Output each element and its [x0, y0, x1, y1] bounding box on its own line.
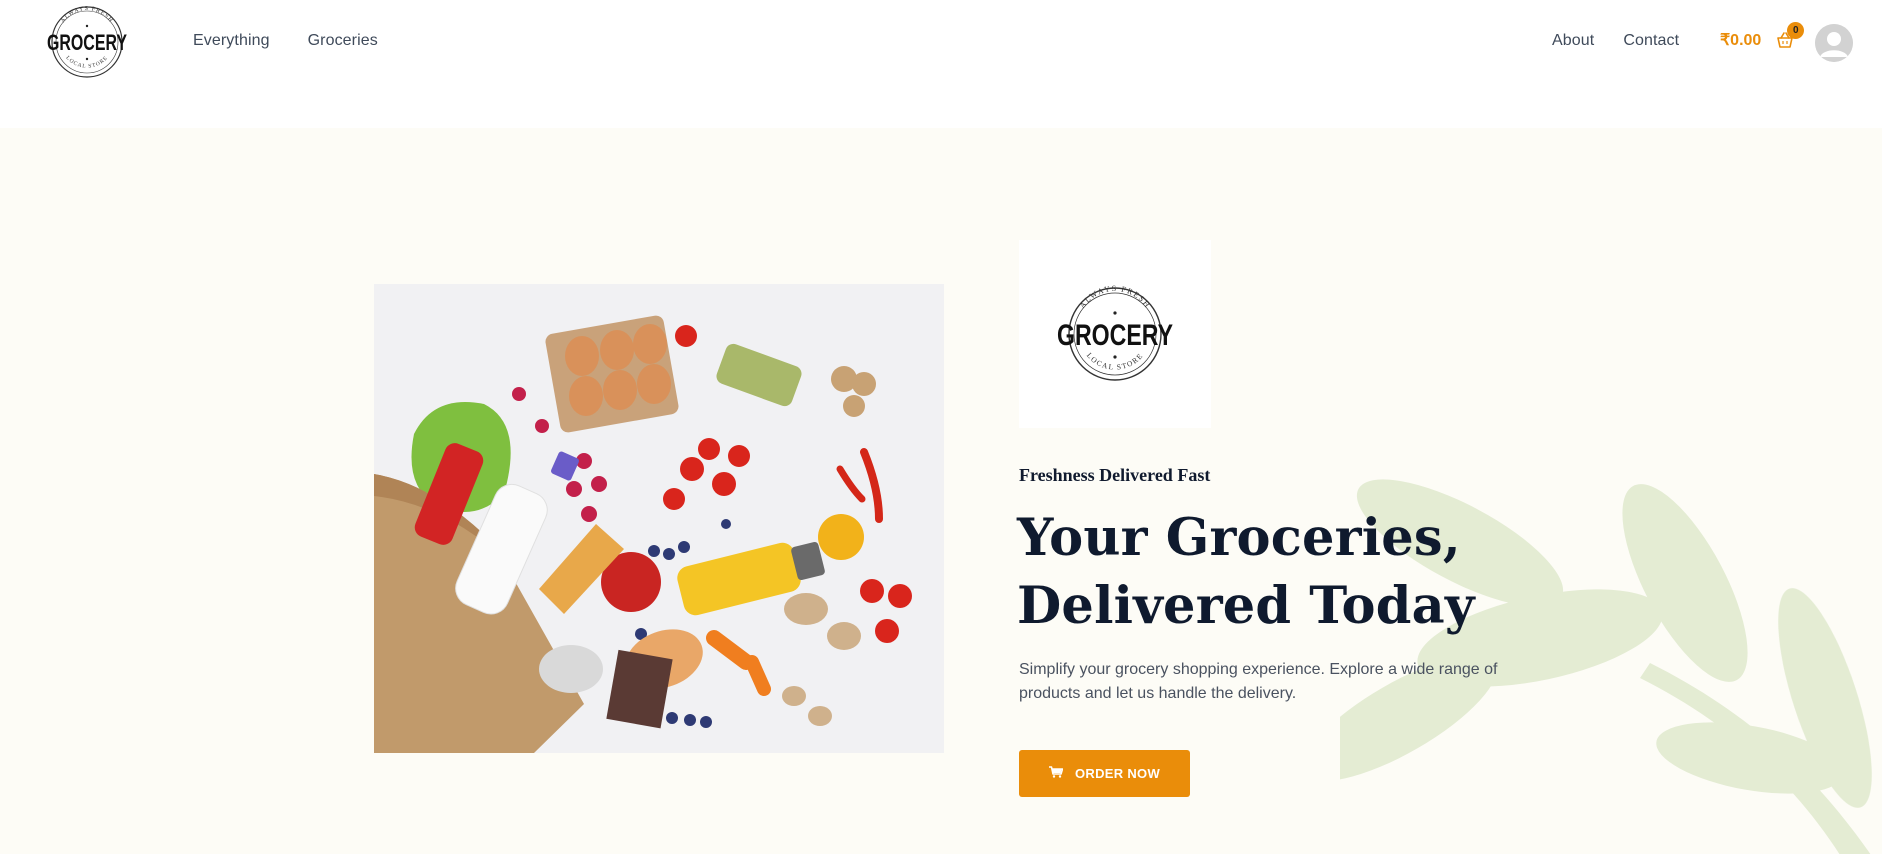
basket-icon[interactable]: 0 [1775, 22, 1805, 50]
hero-section: ALWAYS FRESH LOCAL STORE GROCERY Freshne… [0, 128, 1882, 854]
grocery-logo-icon: ALWAYS FRESH LOCAL STORE GROCERY [47, 6, 127, 78]
cart-count-badge: 0 [1787, 22, 1805, 39]
hero-headline-line2: Delivered Today [1017, 576, 1475, 636]
order-now-label: ORDER NOW [1074, 766, 1161, 781]
svg-text:LOCAL STORE: LOCAL STORE [64, 55, 109, 70]
primary-nav: Everything Groceries [193, 32, 378, 50]
svg-text:LOCAL STORE: LOCAL STORE [1085, 351, 1145, 372]
order-now-button[interactable]: ORDER NOW [1019, 750, 1190, 797]
cart-widget[interactable]: ₹0.00 0 [1720, 22, 1805, 50]
svg-text:GROCERY: GROCERY [1057, 319, 1173, 352]
nav-link-groceries[interactable]: Groceries [308, 32, 378, 50]
hero-description: Simplify your grocery shopping experienc… [1019, 661, 1498, 702]
svg-text:GROCERY: GROCERY [47, 30, 127, 55]
site-header: ALWAYS FRESH LOCAL STORE GROCERY Everyth… [0, 0, 1882, 128]
svg-text:ALWAYS FRESH: ALWAYS FRESH [1078, 284, 1153, 310]
secondary-nav: About Contact [1552, 32, 1679, 50]
site-logo[interactable]: ALWAYS FRESH LOCAL STORE GROCERY [44, 4, 130, 80]
brand-logo-card: ALWAYS FRESH LOCAL STORE GROCERY [1019, 240, 1211, 428]
hero-headline-line1: Your Groceries, [1017, 508, 1461, 568]
nav-link-about[interactable]: About [1552, 32, 1594, 50]
hero-eyebrow: Freshness Delivered Fast [1019, 465, 1211, 485]
svg-text:ALWAYS FRESH: ALWAYS FRESH [60, 6, 114, 24]
grocery-bag-illustration-icon [374, 284, 944, 753]
nav-link-everything[interactable]: Everything [193, 32, 270, 50]
cart-icon [1048, 766, 1064, 781]
user-avatar-icon[interactable] [1815, 24, 1853, 62]
nav-link-contact[interactable]: Contact [1623, 32, 1679, 50]
cart-total[interactable]: ₹0.00 [1720, 30, 1761, 50]
hero-headline: Your Groceries, Delivered Today [1017, 504, 1537, 640]
hero-grocery-image [374, 284, 944, 753]
grocery-logo-icon: ALWAYS FRESH LOCAL STORE GROCERY [1057, 284, 1173, 381]
